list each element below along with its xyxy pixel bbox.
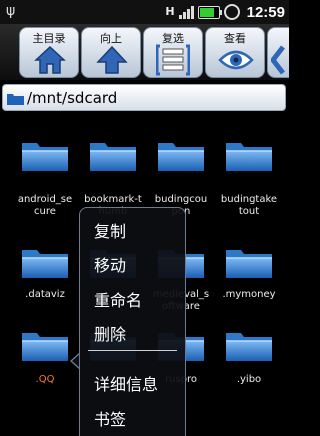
menu-item-delete[interactable]: 删除 xyxy=(94,321,126,345)
folder-name: .dataviz xyxy=(25,289,65,300)
battery-icon xyxy=(197,5,222,19)
home-button[interactable]: 主目录 xyxy=(19,27,79,78)
hidden-button-label: 隐 xyxy=(268,30,289,46)
folder-icon xyxy=(90,143,136,171)
folder-icon xyxy=(22,250,68,278)
folder-name: .yibo xyxy=(236,374,262,385)
folder-name: android_se cure xyxy=(17,194,73,217)
context-menu: 复制 移动 重命名 删除 详细信息 书签 xyxy=(79,207,186,436)
folder-icon xyxy=(22,333,68,361)
up-arrow-icon xyxy=(96,45,128,74)
folder-icon xyxy=(22,143,68,171)
status-bar: ψ H 12:59 xyxy=(0,0,289,24)
folder-name: budingtake tout xyxy=(220,194,278,217)
view-button[interactable]: 查看 xyxy=(205,27,265,78)
folder-icon xyxy=(158,143,204,171)
folder-name: .QQ xyxy=(35,374,55,385)
signal-icon xyxy=(178,5,194,19)
home-button-label: 主目录 xyxy=(32,32,66,45)
folder-icon xyxy=(7,94,24,105)
folder-name: .mymoney xyxy=(222,289,276,300)
folder-icon xyxy=(226,333,272,361)
home-icon xyxy=(34,45,66,74)
up-button[interactable]: 向上 xyxy=(81,27,141,78)
folder-icon xyxy=(226,250,272,278)
current-path: /mnt/sdcard xyxy=(27,89,118,107)
alarm-icon xyxy=(223,4,240,20)
menu-item-bookmark[interactable]: 书签 xyxy=(94,406,126,430)
toolbar: 主目录 向上 复选 查看 隐 xyxy=(0,24,289,80)
menu-item-rename[interactable]: 重命名 xyxy=(94,287,142,311)
hidden-button[interactable]: 隐 xyxy=(267,27,289,78)
network-type-icon: H xyxy=(165,5,175,18)
multiselect-button[interactable]: 复选 xyxy=(143,27,203,78)
menu-divider xyxy=(88,350,177,351)
menu-item-move[interactable]: 移动 xyxy=(94,252,126,276)
folder-icon xyxy=(226,143,272,171)
unknown-icon xyxy=(271,45,285,75)
view-button-label: 查看 xyxy=(224,32,246,45)
multiselect-icon xyxy=(156,44,190,76)
menu-item-details[interactable]: 详细信息 xyxy=(94,371,158,395)
clock: 12:59 xyxy=(246,3,285,21)
eye-icon xyxy=(218,50,254,70)
path-bar[interactable]: /mnt/sdcard xyxy=(2,84,286,111)
menu-item-copy[interactable]: 复制 xyxy=(94,218,126,242)
up-button-label: 向上 xyxy=(100,32,122,45)
status-icons: H 12:59 xyxy=(165,2,285,22)
usb-icon: ψ xyxy=(6,3,16,19)
